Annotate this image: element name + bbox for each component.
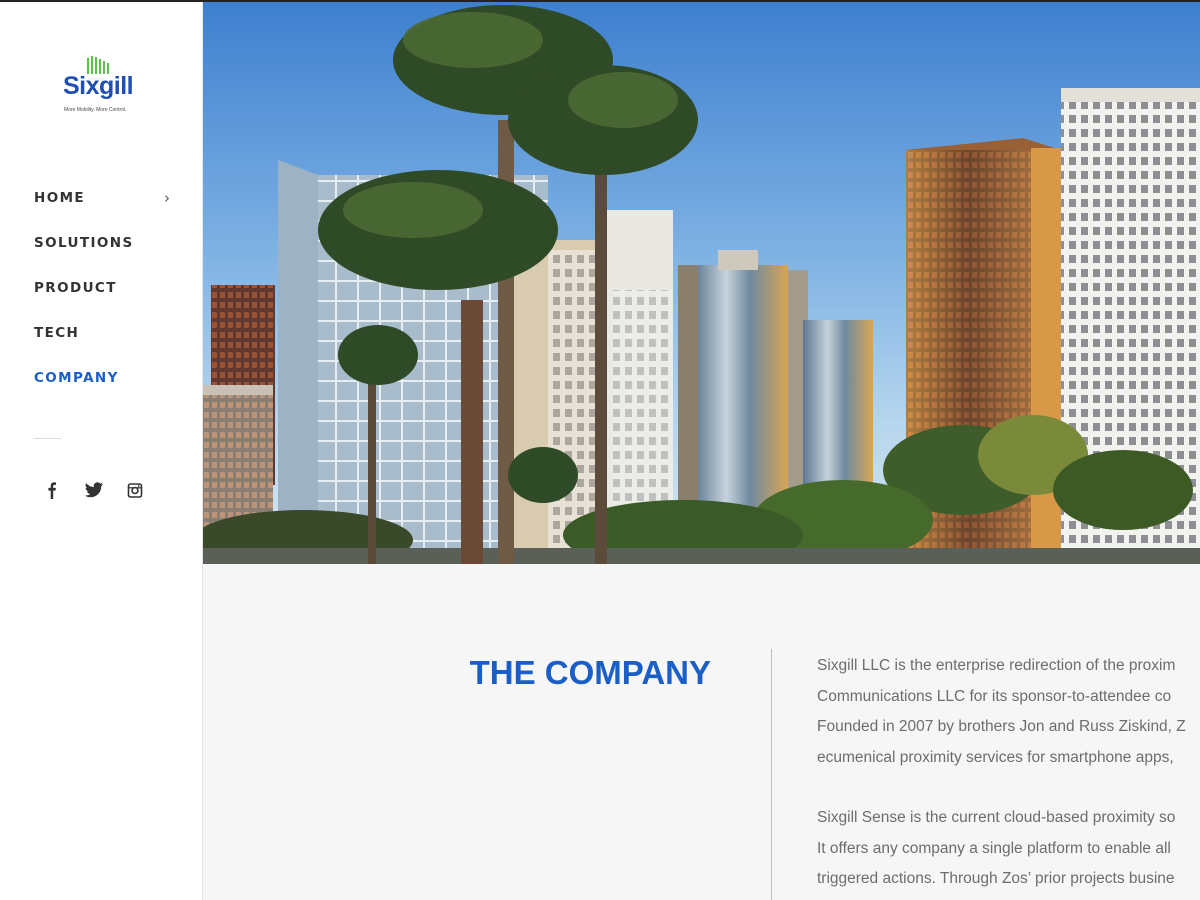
instagram-icon[interactable] xyxy=(126,480,146,500)
nav-divider xyxy=(34,438,61,439)
text-line: triggered actions. Through Zos’ prior pr… xyxy=(817,870,1175,887)
nav-item-solutions[interactable]: SOLUTIONS xyxy=(34,230,174,275)
nav-item-label: SOLUTIONS xyxy=(34,235,134,251)
nav-item-label: PRODUCT xyxy=(34,280,117,296)
brand-name: Sixgill xyxy=(63,72,134,100)
top-border xyxy=(0,0,1200,2)
nav-item-label: TECH xyxy=(34,325,80,341)
paragraph: Sixgill LLC is the enterprise redirectio… xyxy=(817,651,1200,773)
nav-item-tech[interactable]: TECH xyxy=(34,320,174,365)
sidebar: Sixgill More Mobility. More Control. HOM… xyxy=(0,0,203,900)
text-line: Sixgill Sense is the current cloud-based… xyxy=(817,809,1176,826)
nav-item-home[interactable]: HOME › xyxy=(34,185,174,230)
text-line: Sixgill LLC is the enterprise redirectio… xyxy=(817,657,1176,674)
text-line: ecumenical proximity services for smartp… xyxy=(817,748,1174,766)
brand-logo[interactable]: Sixgill More Mobility. More Control. xyxy=(60,56,142,118)
social-links xyxy=(44,480,154,502)
text-line: Founded in 2007 by brothers Jon and Russ… xyxy=(817,718,1186,735)
text-line: It offers any company a single platform … xyxy=(817,839,1171,857)
main-nav: HOME › SOLUTIONS PRODUCT TECH COMPANY xyxy=(34,185,174,410)
chevron-right-icon[interactable]: › xyxy=(164,185,170,211)
nav-item-label: HOME xyxy=(34,190,86,206)
nav-item-label: COMPANY xyxy=(34,370,119,386)
hero-image xyxy=(203,0,1200,564)
facebook-icon[interactable] xyxy=(44,480,64,500)
section-title: THE COMPANY xyxy=(469,654,711,691)
nav-item-company[interactable]: COMPANY xyxy=(34,365,174,410)
paragraph: Sixgill Sense is the current cloud-based… xyxy=(817,803,1200,895)
vertical-divider xyxy=(771,649,772,900)
brand-tagline: More Mobility. More Control. xyxy=(64,107,127,113)
section-body: Sixgill LLC is the enterprise redirectio… xyxy=(817,651,1200,895)
nav-item-product[interactable]: PRODUCT xyxy=(34,275,174,320)
twitter-icon[interactable] xyxy=(84,480,104,500)
text-line: Communications LLC for its sponsor-to-at… xyxy=(817,687,1172,705)
company-section: THE COMPANY Sixgill LLC is the enterpris… xyxy=(203,564,1200,900)
